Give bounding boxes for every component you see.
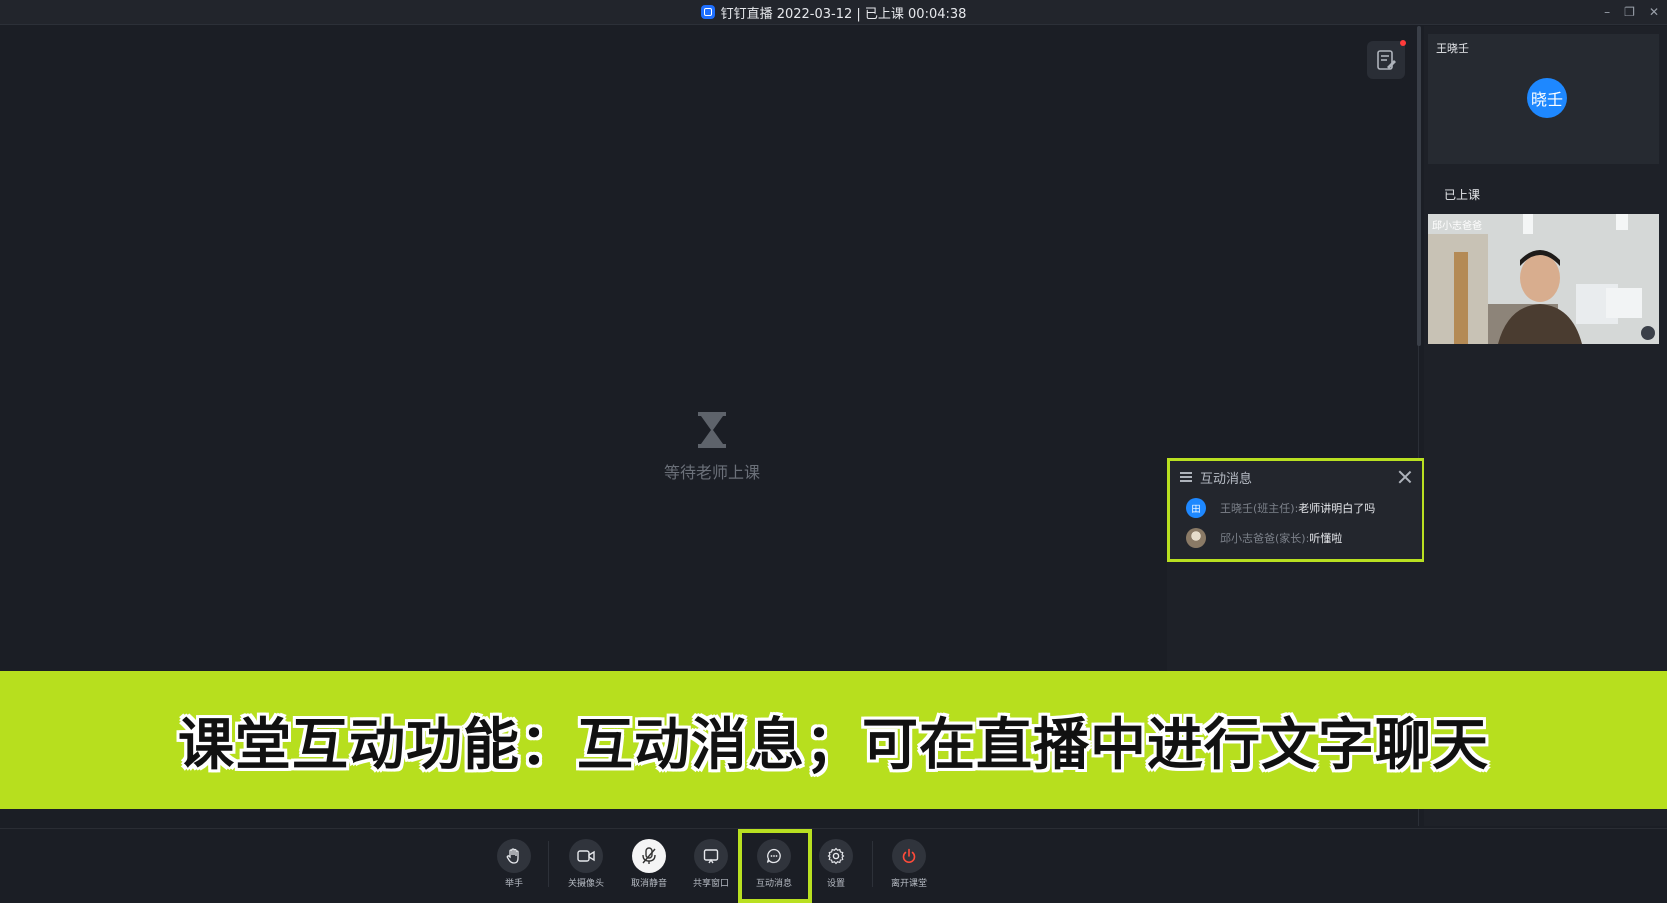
camera-off-button[interactable]: 关摄像头 [556, 839, 616, 889]
tool-label: 离开课堂 [890, 879, 927, 889]
highlight-box [738, 829, 812, 903]
dingtalk-logo-icon [700, 5, 715, 19]
chat-header: 互动消息 [1170, 461, 1422, 493]
caption-banner: 课堂互动功能：互动消息；可在直播中进行文字聊天 [0, 671, 1667, 809]
chat-panel-body [1167, 562, 1425, 672]
avatar: 晓壬 [1527, 78, 1567, 118]
avatar [1186, 528, 1206, 548]
bottom-toolbar: 举手 关摄像头 取消静音 共享窗口 互动消息 设置 离开课堂 [0, 828, 1667, 903]
tool-label: 举手 [504, 879, 523, 889]
window-controls: – ❐ ✕ [1604, 0, 1659, 24]
waiting-indicator: 等待老师上课 [642, 411, 782, 483]
settings-button[interactable]: 设置 [806, 839, 866, 889]
chat-message: 邱小志爸爸(家长): 听懂啦 [1170, 523, 1422, 553]
message-text: 听懂啦 [1309, 532, 1343, 545]
notification-dot [1400, 40, 1406, 46]
window-title: 钉钉直播 2022-03-12 | 已上课 00:04:38 [720, 6, 967, 22]
avatar: 田 [1186, 498, 1206, 518]
tool-label: 共享窗口 [692, 879, 729, 889]
power-icon [892, 839, 926, 873]
teacher-card[interactable]: 王晓壬 晓壬 [1428, 34, 1659, 164]
title-bar: 钉钉直播 2022-03-12 | 已上课 00:04:38 – ❐ ✕ [0, 0, 1667, 25]
message-text: 老师讲明白了吗 [1298, 502, 1376, 515]
stage-scrollbar[interactable] [1417, 26, 1421, 346]
camera-icon [569, 839, 603, 873]
note-button[interactable] [1367, 40, 1406, 79]
chat-title: 互动消息 [1200, 471, 1253, 487]
message-sender: 王晓壬(班主任): [1220, 502, 1299, 515]
unmute-button[interactable]: 取消静音 [619, 839, 679, 889]
screen-share-icon [694, 839, 728, 873]
student-video-frame [1428, 214, 1659, 344]
note-edit-icon [1377, 50, 1396, 70]
share-window-button[interactable]: 共享窗口 [681, 839, 741, 889]
student-name: 邱小志爸爸 [1432, 221, 1482, 232]
message-sender: 邱小志爸爸(家长): [1220, 532, 1310, 545]
raise-hand-button[interactable]: 举手 [484, 839, 544, 889]
close-icon[interactable] [1398, 470, 1412, 484]
close-window-button[interactable]: ✕ [1649, 5, 1659, 19]
tool-label: 设置 [826, 879, 845, 889]
toolbar-divider [872, 841, 873, 887]
mic-off-icon [1641, 326, 1655, 340]
toolbar-divider [548, 841, 549, 887]
hand-icon [497, 839, 531, 873]
mic-off-icon [632, 839, 666, 873]
banner-text: 课堂互动功能：互动消息；可在直播中进行文字聊天 [178, 712, 1489, 778]
hourglass-icon [698, 412, 726, 448]
chat-message: 田 王晓壬(班主任): 老师讲明白了吗 [1170, 493, 1422, 523]
tool-label: 取消静音 [630, 879, 667, 889]
tool-label: 关摄像头 [567, 879, 604, 889]
menu-icon[interactable] [1180, 472, 1192, 482]
section-label: 已上课 [1444, 188, 1481, 202]
restore-button[interactable]: ❐ [1624, 5, 1635, 19]
window-title-wrap: 钉钉直播 2022-03-12 | 已上课 00:04:38 [0, 0, 1667, 24]
leave-class-button[interactable]: 离开课堂 [879, 839, 939, 889]
student-video-tile[interactable]: 邱小志爸爸 [1428, 214, 1659, 344]
waiting-text: 等待老师上课 [663, 463, 760, 482]
minimize-button[interactable]: – [1604, 5, 1610, 19]
chat-panel: 互动消息 田 王晓壬(班主任): 老师讲明白了吗 邱小志爸爸(家长): 听懂啦 [1167, 458, 1425, 562]
teacher-name: 王晓壬 [1436, 42, 1469, 55]
gear-icon [819, 839, 853, 873]
